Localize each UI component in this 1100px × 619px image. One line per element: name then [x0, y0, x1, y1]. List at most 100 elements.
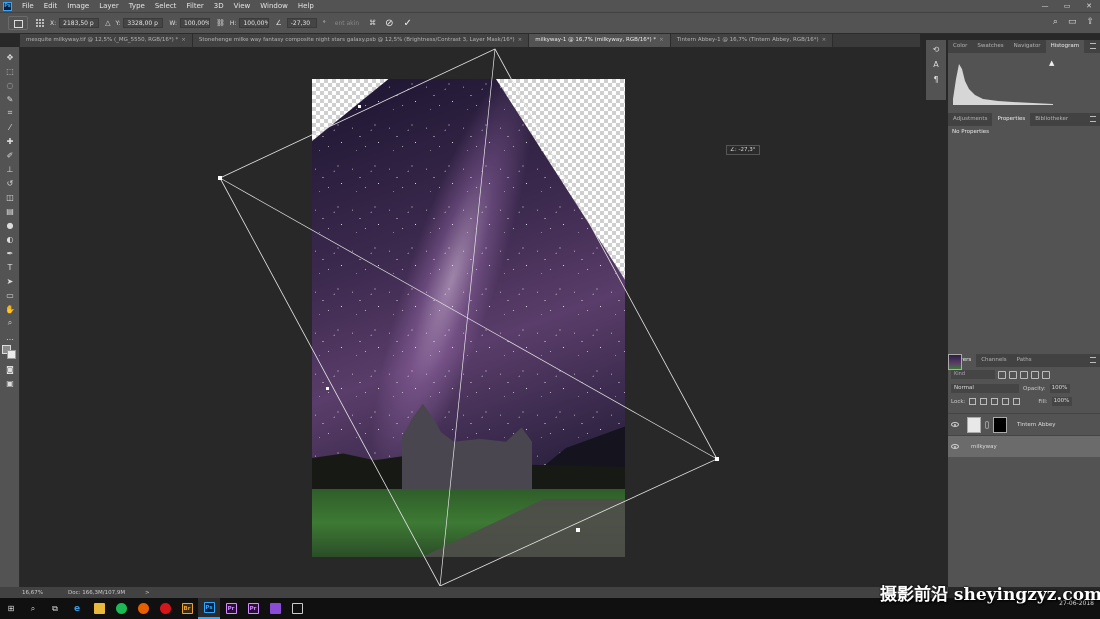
workspace-icon[interactable]: ▭: [1068, 17, 1077, 27]
interpolation-label[interactable]: ent akin: [335, 20, 359, 27]
tab-swatches[interactable]: Swatches: [972, 40, 1008, 53]
lasso-tool-icon[interactable]: ◌: [0, 78, 20, 92]
menu-help[interactable]: Help: [293, 0, 319, 12]
color-swatches[interactable]: [0, 344, 20, 362]
crop-tool-icon[interactable]: ⌗: [0, 106, 20, 120]
reference-point-icon[interactable]: [36, 18, 45, 28]
tab-color[interactable]: Color: [948, 40, 972, 53]
shape-filter-icon[interactable]: [1031, 370, 1039, 379]
visual-studio-icon[interactable]: [264, 598, 286, 619]
eyedropper-tool-icon[interactable]: ⁄: [0, 120, 20, 134]
tab-adjustments[interactable]: Adjustments: [948, 113, 992, 126]
pen-tool-icon[interactable]: ✒: [0, 246, 20, 260]
dodge-tool-icon[interactable]: ◐: [0, 232, 20, 246]
tab-stonehenge[interactable]: Stonehenge milke way fantasy composite n…: [192, 34, 530, 47]
commit-transform-icon[interactable]: ✓: [404, 18, 412, 29]
firefox-icon[interactable]: [132, 598, 154, 619]
history-brush-tool-icon[interactable]: ↺: [0, 176, 20, 190]
bridge-icon[interactable]: Br: [176, 598, 198, 619]
smart-object-filter-icon[interactable]: [1042, 370, 1050, 379]
blur-tool-icon[interactable]: ●: [0, 218, 20, 232]
type-filter-icon[interactable]: [1020, 370, 1028, 379]
angle-field[interactable]: -27,30: [286, 18, 317, 28]
visibility-eye-icon[interactable]: [951, 444, 959, 449]
cancel-transform-icon[interactable]: ⊘: [385, 18, 393, 29]
adjustment-filter-icon[interactable]: [1009, 370, 1017, 379]
quick-mask-icon[interactable]: ◙: [0, 362, 20, 376]
menu-file[interactable]: File: [17, 0, 39, 12]
menu-window[interactable]: Window: [255, 0, 293, 12]
windows-start-icon[interactable]: ⊞: [0, 598, 22, 619]
tab-bibliotheker[interactable]: Bibliotheker: [1030, 113, 1073, 126]
height-field[interactable]: 100,00%: [239, 18, 270, 28]
blend-mode-select[interactable]: Normal: [951, 384, 1019, 393]
character-panel-icon[interactable]: A: [933, 60, 938, 69]
gradient-tool-icon[interactable]: ▤: [0, 204, 20, 218]
x-field[interactable]: 2183,50 p: [59, 18, 100, 28]
path-selection-tool-icon[interactable]: ➤: [0, 274, 20, 288]
y-field[interactable]: 3328,00 p: [123, 18, 164, 28]
tab-mesquite[interactable]: mesquite milkyway.tif @ 12,5% (_MG_5550,…: [20, 34, 193, 47]
minimize-button[interactable]: —: [1034, 0, 1056, 12]
lock-image-icon[interactable]: [980, 398, 988, 405]
cached-data-warning-icon[interactable]: ▲: [1049, 59, 1054, 67]
menu-select[interactable]: Select: [150, 0, 182, 12]
eraser-tool-icon[interactable]: ◫: [0, 190, 20, 204]
search-icon[interactable]: ⌕: [22, 598, 44, 619]
healing-brush-tool-icon[interactable]: ✚: [0, 134, 20, 148]
file-explorer-icon[interactable]: [88, 598, 110, 619]
clone-stamp-tool-icon[interactable]: ⊥: [0, 162, 20, 176]
search-icon[interactable]: ⌕: [1053, 17, 1058, 27]
menu-filter[interactable]: Filter: [181, 0, 208, 12]
link-icon[interactable]: ⛓: [216, 19, 225, 27]
more-tools-icon[interactable]: …: [0, 330, 20, 344]
canvas-area[interactable]: ∠: -27,3°: [20, 47, 920, 586]
maximize-button[interactable]: ▭: [1056, 0, 1078, 12]
spotify-icon[interactable]: [110, 598, 132, 619]
fill-field[interactable]: 100%: [1051, 397, 1072, 406]
rectangle-tool-icon[interactable]: ▭: [0, 288, 20, 302]
snipping-tool-icon[interactable]: [286, 598, 308, 619]
lock-artboard-icon[interactable]: [1002, 398, 1010, 405]
premiere-icon[interactable]: Pr: [220, 598, 242, 619]
kind-filter[interactable]: Kind: [951, 370, 995, 379]
panel-menu-icon[interactable]: [1090, 357, 1096, 363]
quick-select-tool-icon[interactable]: ✎: [0, 92, 20, 106]
warp-mode-icon[interactable]: ⌘: [369, 19, 376, 27]
edge-browser-icon[interactable]: e: [66, 598, 88, 619]
tab-milkyway[interactable]: milkyway-1 @ 16,7% (milkyway, RGB/16*) *…: [529, 34, 671, 47]
brush-tool-icon[interactable]: ✐: [0, 148, 20, 162]
tab-close-icon[interactable]: ×: [822, 37, 827, 43]
milkyway-layer-image[interactable]: [312, 79, 625, 557]
lock-all-icon[interactable]: [1013, 398, 1021, 405]
hand-tool-icon[interactable]: ✋: [0, 302, 20, 316]
layer-row-milkyway[interactable]: milkyway: [948, 354, 1100, 457]
zoom-level[interactable]: 16,67%: [0, 590, 43, 596]
mask-link-icon[interactable]: [985, 420, 989, 429]
status-menu-arrow[interactable]: >: [145, 590, 150, 596]
tab-close-icon[interactable]: ×: [659, 37, 664, 43]
panel-menu-icon[interactable]: [1090, 43, 1096, 49]
tab-histogram[interactable]: Histogram: [1045, 40, 1085, 53]
screen-mode-icon[interactable]: ▣: [0, 376, 20, 390]
premiere-rush-icon[interactable]: Pr: [242, 598, 264, 619]
type-tool-icon[interactable]: T: [0, 260, 20, 274]
photoshop-icon[interactable]: Ps: [198, 598, 220, 619]
menu-edit[interactable]: Edit: [39, 0, 63, 12]
marquee-tool-icon[interactable]: ⬚: [0, 64, 20, 78]
background-color[interactable]: [7, 350, 16, 359]
tab-close-icon[interactable]: ×: [181, 37, 186, 43]
history-panel-icon[interactable]: ⟲: [933, 45, 940, 54]
move-tool-icon[interactable]: ✥: [0, 50, 20, 64]
layer-mask-thumbnail[interactable]: [993, 416, 1007, 433]
document-canvas[interactable]: [312, 79, 625, 557]
layer-row-tintern-abbey[interactable]: Tintern Abbey: [948, 413, 1100, 435]
lock-position-icon[interactable]: [991, 398, 999, 405]
task-view-icon[interactable]: ⧉: [44, 598, 66, 619]
width-field[interactable]: 100,00%: [180, 18, 211, 28]
menu-layer[interactable]: Layer: [94, 0, 124, 12]
menu-image[interactable]: Image: [62, 0, 94, 12]
tab-navigator[interactable]: Navigator: [1009, 40, 1046, 53]
close-button[interactable]: ✕: [1078, 0, 1100, 12]
menu-view[interactable]: View: [229, 0, 256, 12]
